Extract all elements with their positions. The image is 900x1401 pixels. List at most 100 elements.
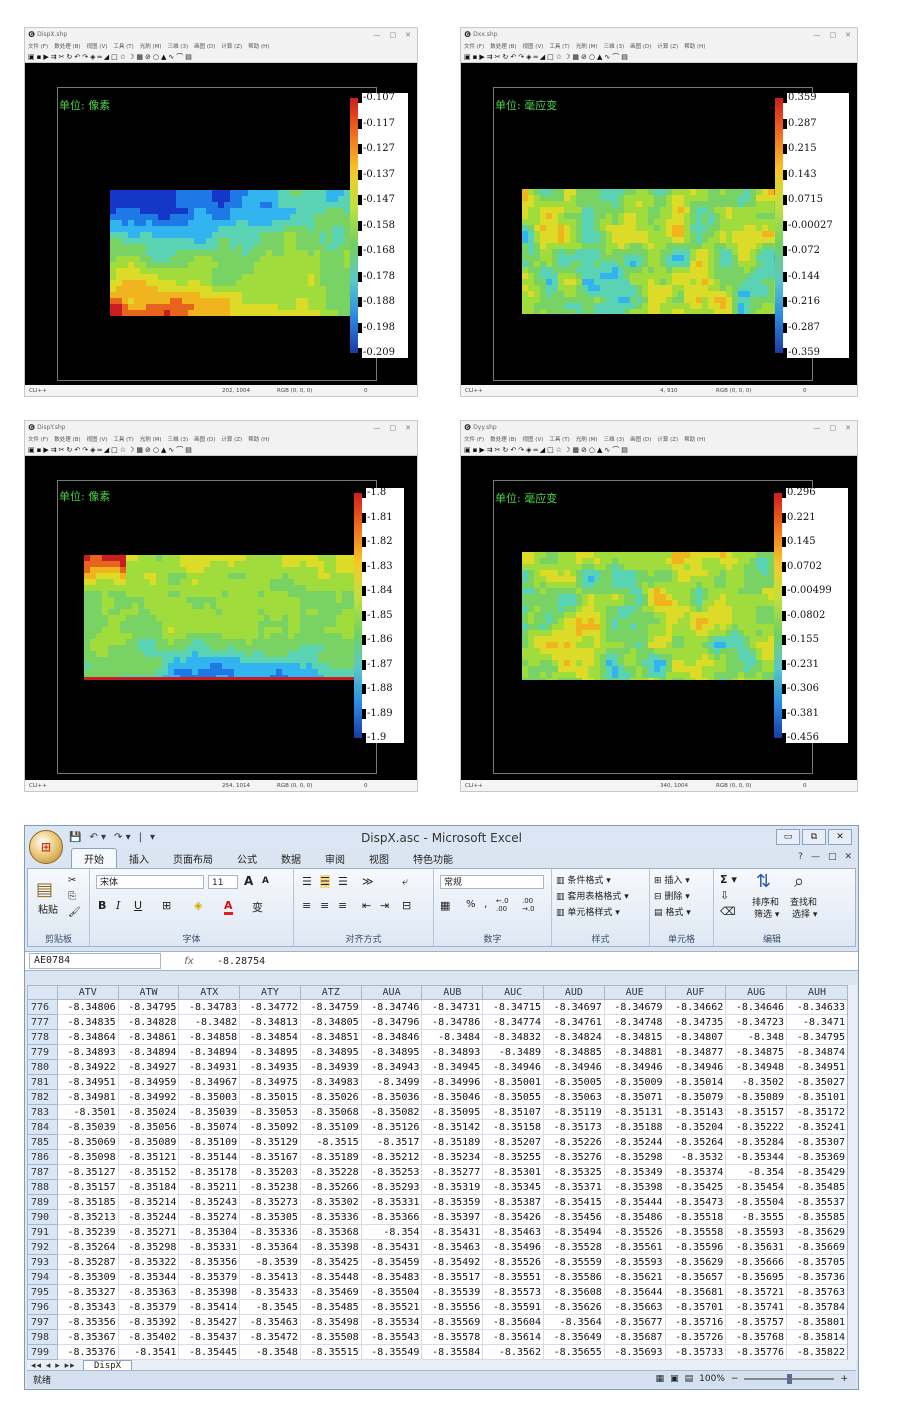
fill-color-icon[interactable]: ◈: [194, 899, 202, 912]
menu-item-1[interactable]: 数处理 (B): [490, 42, 516, 50]
data-cell[interactable]: -8.35677: [603, 1314, 666, 1330]
plot-canvas[interactable]: 单位: 毫应变 0.359 0.287 0.215 0.143 0.0715 -0.000…: [461, 63, 857, 385]
play-icon[interactable]: ▶: [43, 53, 48, 61]
data-cell[interactable]: -8.35026: [299, 1089, 362, 1105]
data-cell[interactable]: -8.3532: [664, 1149, 727, 1165]
data-cell[interactable]: -8.35336: [239, 1224, 301, 1240]
menu-item-7[interactable]: 计算 (Z): [221, 42, 242, 50]
circle-icon[interactable]: ○: [589, 53, 595, 61]
copy-icon[interactable]: ⎘: [68, 891, 76, 902]
align-center-icon[interactable]: ≡: [320, 899, 329, 912]
menu-item-2[interactable]: 视图 (V): [87, 42, 108, 50]
data-cell[interactable]: -8.35469: [299, 1284, 362, 1300]
comma-button[interactable]: ,: [484, 899, 487, 910]
wave-icon[interactable]: ∿: [604, 446, 610, 454]
data-cell[interactable]: -8.35336: [299, 1209, 362, 1225]
save-icon[interactable]: ▪: [473, 446, 478, 454]
refresh-icon[interactable]: ↻: [503, 53, 509, 61]
data-cell[interactable]: -8.35005: [542, 1074, 605, 1090]
data-cell[interactable]: -8.35142: [421, 1119, 484, 1135]
data-cell[interactable]: -8.35573: [482, 1284, 544, 1300]
column-header[interactable]: ATW: [117, 985, 180, 1000]
data-cell[interactable]: -8.35244: [117, 1209, 180, 1225]
image-icon[interactable]: ▦: [136, 446, 143, 454]
data-cell[interactable]: -8.34996: [421, 1074, 484, 1090]
area-icon[interactable]: ◢: [104, 53, 109, 61]
data-cell[interactable]: -8.35666: [725, 1254, 788, 1270]
tag-icon[interactable]: ⊘: [581, 53, 587, 61]
data-cell[interactable]: -8.35056: [117, 1119, 180, 1135]
data-cell[interactable]: -8.35371: [542, 1179, 605, 1195]
data-cell[interactable]: -8.35569: [421, 1314, 484, 1330]
data-cell[interactable]: -8.34715: [482, 999, 544, 1015]
grid-icon[interactable]: ▤: [185, 446, 192, 454]
align-bottom-icon[interactable]: ☰: [338, 875, 348, 888]
measure-icon[interactable]: ◈: [90, 446, 95, 454]
data-cell[interactable]: -8.35234: [421, 1149, 484, 1165]
minimize-button[interactable]: —: [814, 31, 821, 39]
data-cell[interactable]: -8.35304: [178, 1224, 241, 1240]
data-cell[interactable]: -8.35173: [542, 1119, 605, 1135]
open-icon[interactable]: ▣: [28, 53, 35, 61]
data-cell[interactable]: -8.35211: [178, 1179, 241, 1195]
restore-button[interactable]: ⧉: [802, 829, 826, 845]
wb-minimize-button[interactable]: —: [811, 852, 820, 862]
data-cell[interactable]: -8.35092: [239, 1119, 301, 1135]
data-cell[interactable]: -8.35376: [56, 1344, 119, 1360]
merge-icon[interactable]: ⊟: [402, 899, 411, 912]
data-cell[interactable]: -8.34813: [239, 1014, 301, 1030]
align-right-icon[interactable]: ≡: [338, 899, 347, 912]
data-cell[interactable]: -8.35238: [239, 1179, 301, 1195]
data-cell[interactable]: -8.35593: [603, 1254, 666, 1270]
data-cell[interactable]: -8.35063: [542, 1089, 605, 1105]
data-cell[interactable]: -8.34832: [482, 1029, 544, 1045]
data-cell[interactable]: -8.35578: [421, 1329, 484, 1345]
data-cell[interactable]: -8.35264: [664, 1134, 727, 1150]
data-cell[interactable]: -8.35027: [786, 1074, 848, 1090]
data-cell[interactable]: -8.34864: [56, 1029, 119, 1045]
maximize-button[interactable]: □: [390, 31, 397, 39]
data-cell[interactable]: -8.35364: [239, 1239, 301, 1255]
data-cell[interactable]: -8.34935: [239, 1059, 301, 1075]
data-cell[interactable]: -8.35327: [56, 1284, 119, 1300]
data-cell[interactable]: -8.34806: [56, 999, 119, 1015]
column-header[interactable]: ATY: [239, 985, 301, 1000]
rotate-icon[interactable]: ☽: [564, 53, 570, 61]
formula-input[interactable]: -8.28754: [217, 956, 265, 967]
curve-icon[interactable]: ⌒: [176, 52, 183, 62]
data-cell[interactable]: -8.34895: [299, 1044, 362, 1060]
menu-item-5[interactable]: 三维 (3): [604, 42, 625, 50]
row-header[interactable]: 799: [27, 1344, 58, 1360]
data-cell[interactable]: -8.35203: [239, 1164, 301, 1180]
tag-icon[interactable]: ⊘: [581, 446, 587, 454]
font-size-select[interactable]: 11: [208, 875, 238, 889]
star-icon[interactable]: ☆: [120, 446, 126, 454]
maximize-button[interactable]: □: [830, 31, 837, 39]
menu-item-8[interactable]: 帮助 (H): [248, 435, 269, 443]
data-cell[interactable]: -8.34922: [56, 1059, 119, 1075]
data-cell[interactable]: -8.35721: [725, 1284, 788, 1300]
row-header[interactable]: 776: [27, 999, 58, 1015]
data-cell[interactable]: -8.35534: [360, 1314, 423, 1330]
data-cell[interactable]: -8.35437: [178, 1329, 241, 1345]
close-button[interactable]: ✕: [845, 31, 851, 39]
data-cell[interactable]: -8.35701: [664, 1299, 727, 1315]
row-header[interactable]: 795: [27, 1284, 58, 1300]
data-cell[interactable]: -8.35001: [482, 1074, 544, 1090]
menu-item-1[interactable]: 数处理 (B): [54, 42, 80, 50]
cut-icon[interactable]: ✂: [59, 446, 65, 454]
next-icon[interactable]: ⇉: [51, 53, 57, 61]
row-header[interactable]: 788: [27, 1179, 58, 1195]
data-cell[interactable]: -8.35222: [725, 1119, 788, 1135]
data-cell[interactable]: -8.35015: [239, 1089, 301, 1105]
vertical-scrollbar[interactable]: [847, 985, 857, 1360]
data-cell[interactable]: -8.35343: [56, 1299, 119, 1315]
data-cell[interactable]: -8.3499: [360, 1074, 423, 1090]
row-header[interactable]: 797: [27, 1314, 58, 1330]
data-cell[interactable]: -8.35255: [482, 1149, 544, 1165]
undo-icon[interactable]: ↶: [74, 446, 80, 454]
data-cell[interactable]: -8.34951: [56, 1074, 119, 1090]
column-header[interactable]: AUG: [725, 985, 788, 1000]
data-cell[interactable]: -8.35585: [786, 1209, 848, 1225]
data-cell[interactable]: -8.34877: [664, 1044, 727, 1060]
